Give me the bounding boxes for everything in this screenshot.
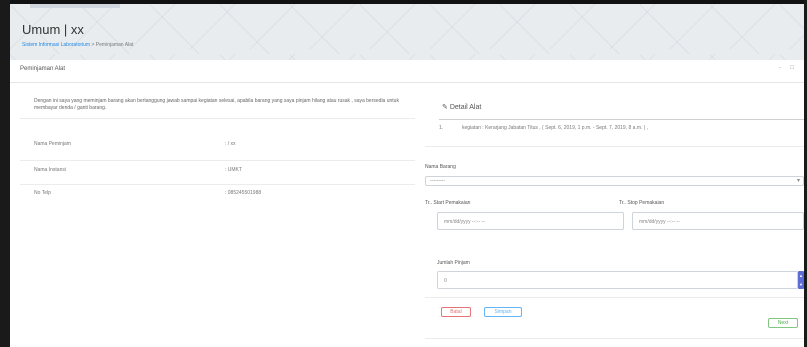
save-button[interactable]: Simpan — [484, 307, 522, 317]
breadcrumb: Sistem Informasi Laboratorium > Peminjam… — [22, 42, 133, 48]
window-frame-left — [0, 0, 10, 347]
page-header: Umum | xx Sistem Informasi Laboratorium … — [10, 4, 804, 60]
start-usage-label: Tr.. Start Pemakaian — [425, 200, 471, 206]
quantity-stepper[interactable]: ▲ ▼ — [798, 271, 804, 289]
institution-label: Nama Instansi — [34, 167, 66, 173]
row-divider — [425, 146, 804, 147]
stop-usage-input[interactable]: mm/dd/yyyy --:-- -- — [632, 212, 804, 230]
borrower-name-value: : / xx — [225, 141, 236, 147]
page-title: Umum | xx — [22, 22, 84, 37]
item-name-select[interactable]: --------- ▾ — [425, 176, 804, 186]
row-divider — [425, 297, 804, 298]
borrow-form-card: ✎ Detail Alat 1. kegiatan : Kerarjang Ja… — [425, 90, 804, 340]
row-divider — [20, 184, 415, 185]
item-name-selected: --------- — [430, 178, 445, 184]
row-divider — [20, 118, 415, 119]
phone-label: No Telp — [34, 190, 51, 196]
phone-value: : 085245501988 — [225, 190, 262, 196]
panel-tools[interactable]: - □ — [779, 65, 798, 71]
cancel-button[interactable]: Batal — [441, 307, 471, 317]
panel-divider — [10, 82, 804, 83]
detail-divider — [439, 119, 804, 120]
form-divider — [425, 338, 804, 339]
header-accent-bar — [30, 4, 120, 8]
detail-row-text: kegiatan : Kerarjang Jabatan Titus , ( S… — [462, 125, 649, 131]
quantity-label: Jumlah Pinjam — [437, 260, 470, 266]
item-name-label: Nama Barang — [425, 164, 456, 170]
panel-title: Peminjaman Alat — [20, 66, 66, 72]
quantity-input[interactable]: 0 — [437, 271, 798, 289]
chevron-down-icon: ▾ — [796, 178, 800, 184]
start-usage-input[interactable]: mm/dd/yyyy --:-- -- — [437, 212, 624, 230]
borrower-info-card: Dengan ini saya yang meminjam barang aka… — [20, 90, 415, 340]
terms-notice: Dengan ini saya yang meminjam barang aka… — [34, 98, 399, 111]
main-panel: Peminjaman Alat - □ Dengan ini saya yang… — [10, 60, 804, 347]
detail-title: Detail Alat — [449, 104, 482, 111]
row-divider — [20, 160, 415, 161]
start-usage-placeholder: mm/dd/yyyy --:-- -- — [444, 219, 485, 225]
stop-usage-label: Tr.. Stop Pemakaian — [619, 200, 665, 206]
edit-icon: ✎ — [442, 104, 450, 111]
stop-usage-placeholder: mm/dd/yyyy --:-- -- — [639, 219, 680, 225]
next-button[interactable]: Next — [768, 318, 798, 328]
detail-header: ✎ Detail Alat — [442, 103, 481, 111]
institution-value: : UMKT — [225, 167, 242, 173]
breadcrumb-current: Peminjaman Alat — [95, 42, 134, 48]
quantity-value: 0 — [444, 278, 447, 284]
borrower-name-label: Nama Peminjam — [34, 141, 71, 147]
breadcrumb-link[interactable]: Sistem Informasi Laboratorium — [22, 42, 90, 48]
detail-row-number: 1. — [439, 125, 444, 131]
